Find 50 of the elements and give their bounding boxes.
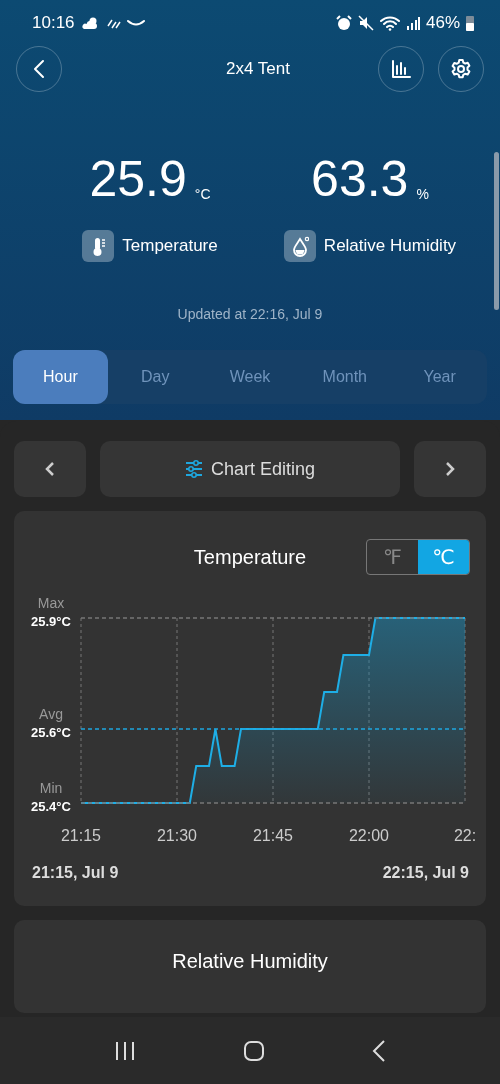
x-tick-label: 21:45 bbox=[253, 827, 293, 844]
y-tick-label: 25.9°C bbox=[31, 614, 71, 629]
chevron-right-icon bbox=[445, 461, 455, 477]
chevron-left-icon bbox=[45, 461, 55, 477]
back-icon[interactable] bbox=[372, 1039, 387, 1062]
chart-title: Relative Humidity bbox=[171, 950, 329, 973]
reading-value: 25.9 bbox=[89, 154, 187, 204]
x-tick-label: 21:30 bbox=[157, 827, 197, 844]
unit-toggle[interactable]: ℉ bbox=[367, 540, 418, 574]
unit-toggle[interactable]: ℃ bbox=[418, 540, 469, 574]
reading-value: 63.3 bbox=[311, 154, 409, 204]
y-tick-label: 25.4°C bbox=[31, 799, 71, 814]
slashes-icon bbox=[104, 17, 121, 29]
signal-icon bbox=[405, 16, 420, 30]
updated-time: Updated at 22:16, Jul 9 bbox=[176, 306, 324, 322]
axis-label: Avg bbox=[39, 706, 63, 722]
reading-unit: % bbox=[416, 186, 429, 202]
period-tab[interactable]: Week bbox=[202, 350, 298, 404]
wifi-icon bbox=[379, 15, 400, 31]
alarm-icon bbox=[335, 15, 352, 31]
range-start: 21:15, Jul 9 bbox=[32, 864, 119, 882]
chart-title: Temperature bbox=[193, 545, 307, 569]
mute-icon bbox=[357, 15, 374, 31]
page-title: 2x4 Tent bbox=[225, 59, 291, 79]
sliders-icon bbox=[184, 460, 203, 478]
battery-icon bbox=[466, 15, 474, 31]
home-icon[interactable] bbox=[243, 1039, 265, 1062]
axis-label: Max bbox=[37, 595, 65, 611]
battery-percent: 46% bbox=[425, 13, 460, 33]
axis-label: Min bbox=[39, 780, 63, 796]
chart-editing-button[interactable]: Chart Editing bbox=[100, 441, 400, 497]
curve-icon bbox=[126, 19, 145, 27]
back-icon bbox=[32, 59, 46, 79]
reading-unit: °C bbox=[194, 186, 211, 202]
settings-icon bbox=[450, 58, 472, 80]
droplet-icon bbox=[290, 235, 309, 257]
period-tab[interactable]: Month bbox=[297, 350, 393, 404]
y-tick-label: 25.6°C bbox=[31, 725, 71, 740]
period-tab[interactable]: Year bbox=[392, 350, 487, 404]
x-tick-label: 22: bbox=[453, 827, 477, 844]
x-tick-label: 22:00 bbox=[349, 827, 389, 844]
period-tab[interactable]: Day bbox=[107, 350, 203, 404]
bar-chart-icon bbox=[391, 60, 411, 78]
recent-apps-icon[interactable] bbox=[113, 1040, 136, 1061]
x-tick-label: 21:15 bbox=[61, 827, 101, 844]
range-end: 22:15, Jul 9 bbox=[382, 864, 469, 882]
reading-label: Temperature bbox=[122, 236, 218, 256]
status-time: 10:16 bbox=[32, 13, 75, 33]
reading-label: Relative Humidity bbox=[323, 236, 457, 256]
period-tab[interactable]: Hour bbox=[13, 350, 108, 404]
